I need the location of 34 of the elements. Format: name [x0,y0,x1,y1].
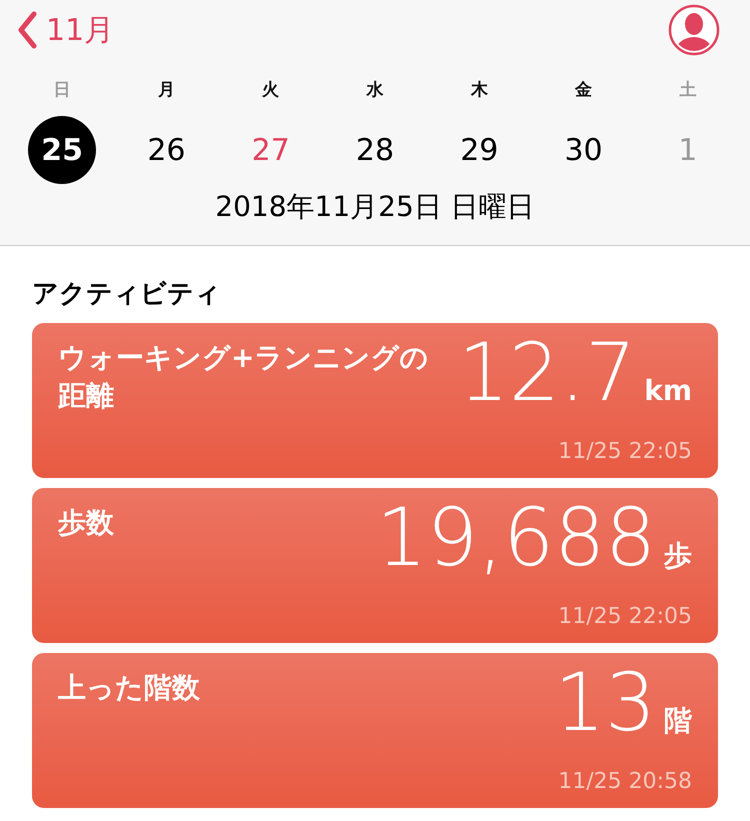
section-title: アクティビティ [32,278,222,311]
date-cell[interactable]: 27 [236,116,305,184]
date-cell[interactable]: 25 [28,116,96,184]
date-cell[interactable]: 1 [654,116,722,184]
selected-date: 2018年11月25日 日曜日 [214,189,536,225]
date-cell[interactable]: 28 [340,116,409,184]
timestamp: 11/25 20:58 [558,769,692,794]
activity-card[interactable]: 歩数 19,688 歩 11/25 22:05 [32,488,718,643]
metric-unit: km [644,374,692,407]
card-title: ウォーキング+ランニングの距離 [58,340,430,414]
weekday-label: 木 [470,79,488,102]
weekday-label: 土 [679,79,696,102]
timestamp: 11/25 22:05 [558,604,692,629]
card-title: 上った階数 [58,670,201,706]
activity-card[interactable]: 上った階数 13 階 11/25 20:58 [32,653,718,808]
date-cell[interactable]: 26 [132,116,200,184]
weekday-label: 月 [158,79,175,102]
metric-value: 19,688 [376,498,656,578]
timestamp: 11/25 22:05 [558,439,692,464]
weekday-label: 金 [575,79,592,102]
metric-value: 13 [554,663,656,743]
date-cell[interactable]: 29 [445,116,514,184]
activity-card[interactable]: ウォーキング+ランニングの距離 12.7 km 11/25 22:05 [32,323,718,478]
weekday-label: 日 [54,79,71,102]
weekday-label: 火 [262,79,280,102]
metric-unit: 歩 [664,538,692,574]
card-title: 歩数 [58,505,115,541]
chevron-left-icon [16,10,38,50]
metric-unit: 階 [664,703,692,739]
back-button[interactable]: 11月 [16,10,114,50]
weekday-label: 水 [366,79,384,102]
date-cell[interactable]: 30 [550,116,618,184]
metric-value: 12.7 [458,333,636,413]
profile-icon[interactable] [668,4,720,56]
